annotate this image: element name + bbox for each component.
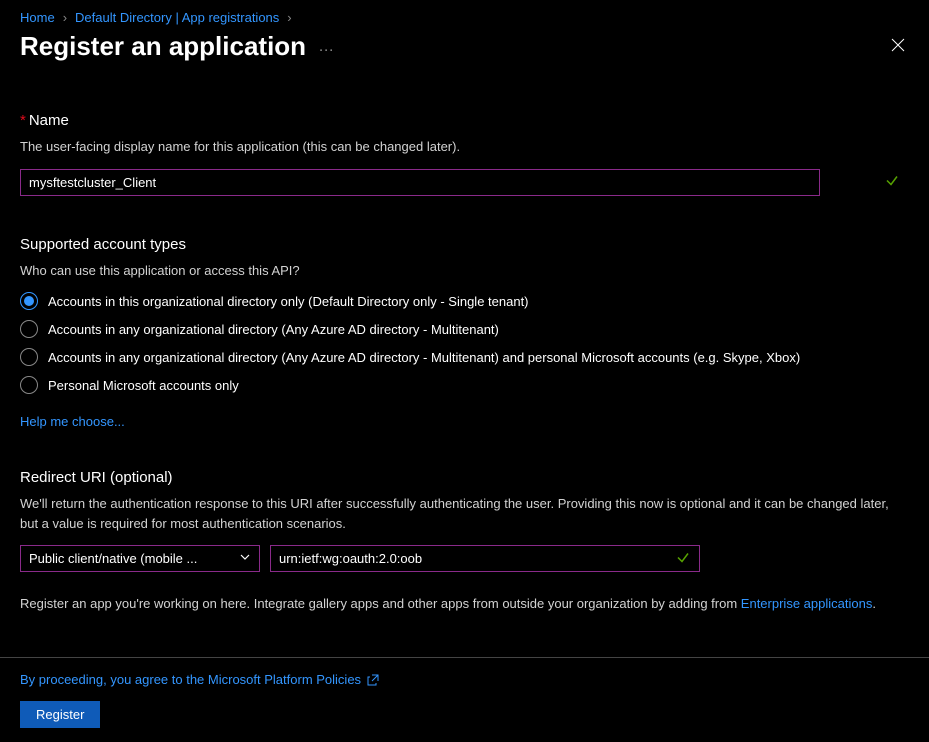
radio-label: Accounts in this organizational director… [48, 294, 529, 309]
check-icon [885, 174, 899, 191]
radio-label: Accounts in any organizational directory… [48, 350, 800, 365]
account-types-label: Supported account types [20, 236, 909, 253]
radio-icon [20, 320, 38, 338]
required-indicator: * [20, 112, 26, 129]
name-label: *Name [20, 112, 909, 129]
gallery-hint: Register an app you're working on here. … [20, 596, 909, 611]
radio-label: Personal Microsoft accounts only [48, 378, 239, 393]
chevron-down-icon [239, 551, 251, 566]
chevron-right-icon: › [63, 10, 67, 25]
radio-icon [20, 292, 38, 310]
account-types-helper: Who can use this application or access t… [20, 261, 909, 281]
account-type-option-personal[interactable]: Personal Microsoft accounts only [20, 376, 909, 394]
redirect-uri-section: Redirect URI (optional) We'll return the… [20, 469, 909, 611]
radio-icon [20, 348, 38, 366]
more-icon[interactable]: … [318, 38, 335, 56]
platform-select[interactable]: Public client/native (mobile ... [20, 545, 260, 572]
external-link-icon [367, 674, 379, 686]
chevron-right-icon: › [287, 10, 291, 25]
account-types-section: Supported account types Who can use this… [20, 236, 909, 430]
account-types-radio-group: Accounts in this organizational director… [20, 292, 909, 394]
close-icon[interactable] [887, 32, 909, 61]
account-type-option-multitenant-personal[interactable]: Accounts in any organizational directory… [20, 348, 909, 366]
page-header: Register an application … [20, 31, 909, 62]
radio-icon [20, 376, 38, 394]
page-title: Register an application [20, 31, 306, 62]
name-helper: The user-facing display name for this ap… [20, 137, 909, 157]
name-input[interactable] [20, 169, 820, 196]
account-type-option-multitenant[interactable]: Accounts in any organizational directory… [20, 320, 909, 338]
breadcrumb-home[interactable]: Home [20, 10, 55, 25]
register-button[interactable]: Register [20, 701, 100, 728]
account-type-option-single-tenant[interactable]: Accounts in this organizational director… [20, 292, 909, 310]
breadcrumb: Home › Default Directory | App registrat… [20, 10, 909, 25]
platform-selected-value: Public client/native (mobile ... [29, 551, 197, 566]
enterprise-applications-link[interactable]: Enterprise applications [741, 596, 873, 611]
name-section: *Name The user-facing display name for t… [20, 112, 909, 196]
redirect-uri-label: Redirect URI (optional) [20, 469, 909, 486]
radio-label: Accounts in any organizational directory… [48, 322, 499, 337]
redirect-uri-input[interactable] [270, 545, 700, 572]
bottom-bar: By proceeding, you agree to the Microsof… [0, 657, 929, 742]
platform-policies-link[interactable]: By proceeding, you agree to the Microsof… [20, 672, 379, 687]
breadcrumb-directory[interactable]: Default Directory | App registrations [75, 10, 279, 25]
help-me-choose-link[interactable]: Help me choose... [20, 414, 125, 429]
redirect-uri-helper: We'll return the authentication response… [20, 494, 909, 533]
